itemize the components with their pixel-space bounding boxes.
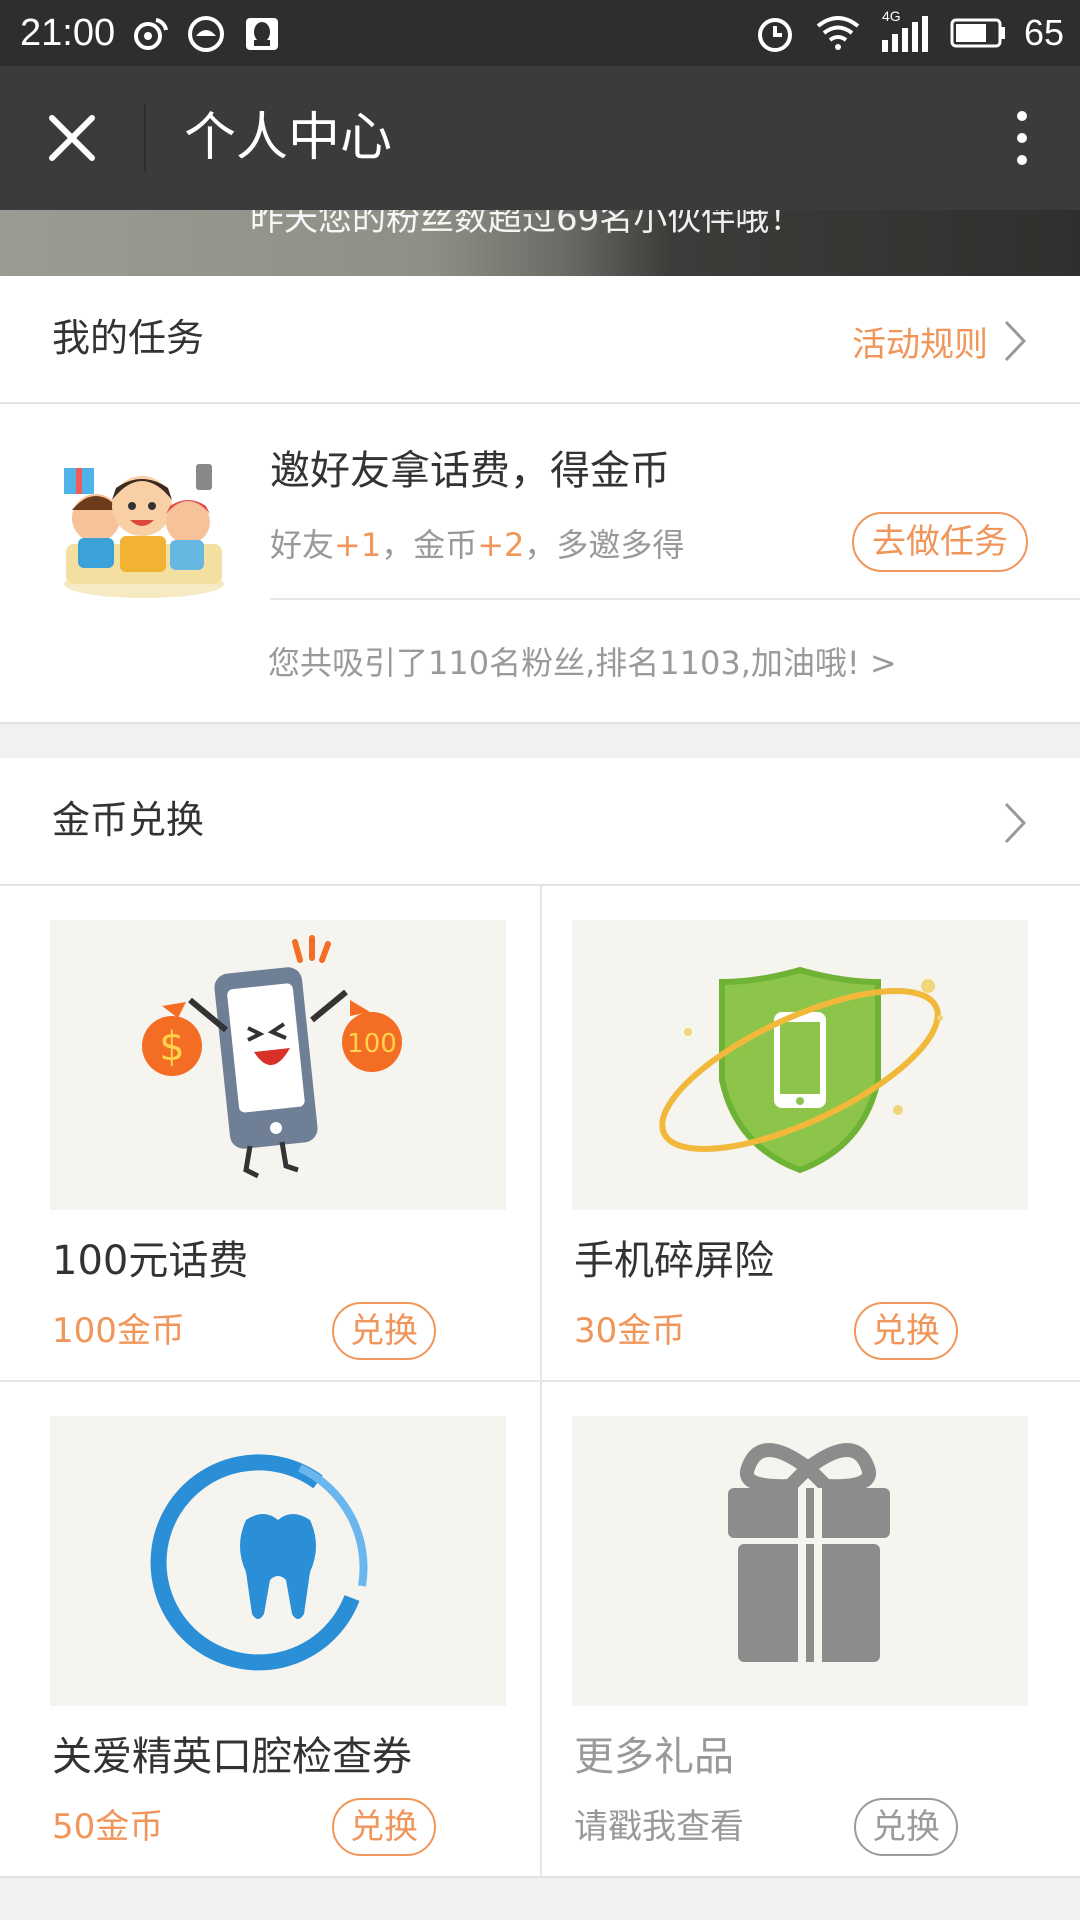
fans-banner: 昨天您的粉丝数超过69名小伙伴哦！ [0,210,1080,276]
task-description: 好友+1，金币+2，多邀多得 [270,520,684,570]
task-divider [270,598,1080,600]
item-subtitle: 请戳我查看 [574,1807,744,1847]
exchange-button[interactable]: 兑换 [332,1302,436,1360]
task-desc-mid: ，金币 [381,526,478,564]
rules-link[interactable]: 活动规则 [852,320,988,370]
item-price: 50金币 [52,1807,164,1847]
alarm-icon [757,18,792,52]
item-price: 100金币 [52,1311,185,1351]
exchange-button[interactable]: 兑换 [332,1798,436,1856]
task-title: 邀好友拿话费，得金币 [270,448,670,494]
exchange-item-dental-checkup[interactable]: 关爱精英口腔检查券 50金币 兑换 [0,1382,540,1876]
exchange-section: 金币兑换 $ 100 100元话费 100金币 兑换 手机碎屏险 30金币 兑换… [0,758,1080,1878]
title-bar: 个人中心 [0,66,1080,210]
task-desc-plus2: +2 [477,526,525,564]
notification-icons [130,12,282,56]
item-name: 关爱精英口腔检查券 [52,1734,412,1780]
exchange-item-screen-insurance[interactable]: 手机碎屏险 30金币 兑换 [522,886,1062,1380]
exchange-title: 金币兑换 [52,798,205,842]
banner-text: 昨天您的粉丝数超过69名小伙伴哦！ [250,210,804,239]
qq-icon [246,18,278,50]
do-task-button[interactable]: 去做任务 [852,512,1028,572]
battery-icon [950,18,1005,48]
signal-icon: 4G [880,8,932,54]
task-desc-plus1: +1 [334,526,382,564]
exchange-button[interactable]: 兑换 [854,1302,958,1360]
exchange-header[interactable]: 金币兑换 [0,758,1080,886]
exchange-item-more-gifts[interactable]: 更多礼品 请戳我查看 兑换 [522,1382,1062,1876]
invite-friends-illustration [64,464,224,598]
title-divider [144,104,146,172]
dollar-sign-icon: $ [159,1024,184,1070]
tasks-section: 我的任务 活动规则 邀好友拿话费，得金币 好友+1，金币+2，多邀多得 去做任务… [0,276,1080,724]
exchange-item-phone-credit[interactable]: $ 100 100元话费 100金币 兑换 [0,886,540,1380]
fans-ranking-link[interactable]: 您共吸引了110名粉丝,排名1103,加油哦! > [268,638,897,688]
more-menu-icon[interactable] [1004,102,1040,174]
dental-checkup-image [50,1416,506,1706]
status-time: 21:00 [20,12,116,54]
chevron-right-icon[interactable] [1000,316,1030,366]
close-icon[interactable] [36,102,108,174]
phone-credit-image: $ 100 [50,920,506,1210]
shield-phone-icon [659,966,943,1174]
tooth-icon [150,1454,368,1671]
gift-icon [728,1443,890,1662]
page-title: 个人中心 [184,108,393,168]
status-bar: 21:00 4G 65 [0,0,1080,66]
chevron-right-icon[interactable] [1000,798,1030,848]
tasks-title: 我的任务 [52,316,205,360]
system-icons: 4G 65 [754,8,1064,56]
exchange-button[interactable]: 兑换 [854,1798,958,1856]
happy-phone-icon: $ 100 [142,935,402,1179]
task-desc-prefix: 好友 [270,526,335,564]
item-name: 更多礼品 [574,1734,734,1780]
money-bag-amount: 100 [347,1029,397,1059]
weibo-icon [134,18,168,50]
wifi-icon [816,16,860,50]
more-gifts-image [572,1416,1028,1706]
item-price: 30金币 [574,1311,686,1351]
item-name: 手机碎屏险 [574,1238,774,1284]
task-desc-suffix: ，多邀多得 [524,526,685,564]
netease-icon [188,16,224,52]
battery-level: 65 [1023,12,1064,53]
item-name: 100元话费 [52,1238,249,1284]
screen-insurance-image [572,920,1028,1210]
tasks-header[interactable]: 我的任务 活动规则 [0,276,1080,404]
